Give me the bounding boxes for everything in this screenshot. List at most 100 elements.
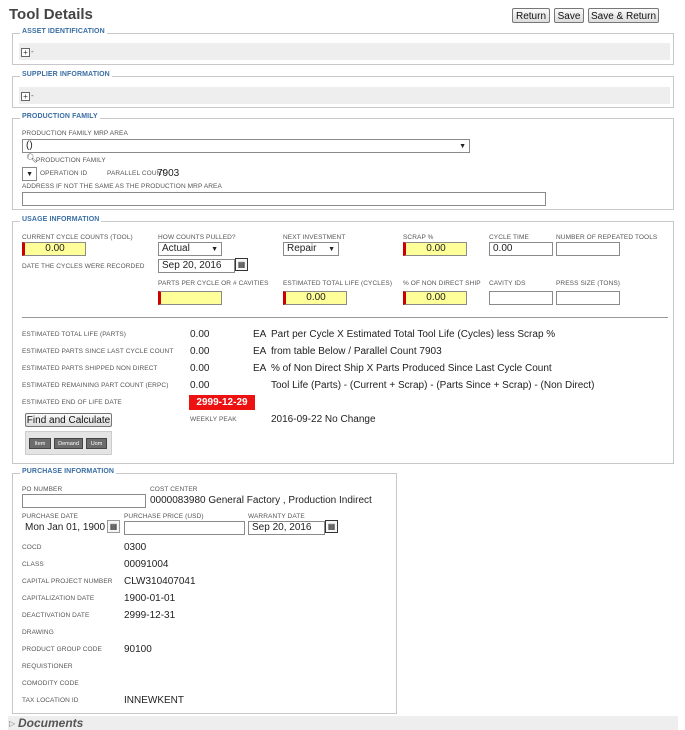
asset-identification-bar[interactable] bbox=[19, 43, 670, 60]
purchase-date-label: PURCHASE DATE bbox=[22, 513, 79, 520]
save-button[interactable]: Save bbox=[554, 8, 584, 23]
current-cycle-input[interactable]: 0.00 bbox=[22, 242, 86, 256]
calc-row-unit: EA bbox=[253, 346, 267, 357]
calc-row-formula: Part per Cycle X Estimated Total Tool Li… bbox=[271, 329, 556, 340]
return-button[interactable]: Return bbox=[512, 8, 550, 23]
demand-button[interactable]: Demand bbox=[54, 438, 83, 449]
date-recorded-label: DATE THE CYCLES WERE RECORDED bbox=[22, 263, 145, 270]
capitalization-date-label: CAPITALIZATION DATE bbox=[22, 595, 95, 602]
mrp-area-value: () bbox=[26, 140, 33, 151]
calc-row-unit: EA bbox=[253, 329, 267, 340]
calc-row-value: 0.00 bbox=[190, 346, 210, 357]
repeated-tools-label: NUMBER OF REPEATED TOOLS bbox=[556, 234, 658, 241]
class-value: 00091004 bbox=[124, 559, 169, 570]
parts-per-cycle-label: PARTS PER CYCLE OR # CAVITIES bbox=[158, 280, 269, 287]
tax-location-value: INNEWKENT bbox=[124, 695, 184, 706]
repeated-tools-input[interactable] bbox=[556, 242, 620, 256]
production-family-label: PRODUCTION FAMILY bbox=[36, 157, 106, 164]
scrap-input[interactable]: 0.00 bbox=[403, 242, 467, 256]
calc-row-label: ESTIMATED PARTS SINCE LAST CYCLE COUNT bbox=[22, 348, 174, 355]
how-counts-value: Actual bbox=[162, 243, 190, 254]
pct-non-direct-input[interactable]: 0.00 bbox=[403, 291, 467, 305]
next-investment-value: Repair bbox=[287, 243, 317, 254]
cost-center-value: 0000083980 General Factory , Production … bbox=[150, 495, 372, 506]
tax-location-label: TAX LOCATION ID bbox=[22, 697, 79, 704]
est-total-life-cycles-label: ESTIMATED TOTAL LIFE (CYCLES) bbox=[283, 280, 393, 287]
asset-expand-text: - bbox=[31, 47, 34, 56]
press-size-label: PRESS SIZE (TONS) bbox=[556, 280, 621, 287]
cavity-ids-input[interactable] bbox=[489, 291, 553, 305]
calc-row-label: ESTIMATED TOTAL LIFE (PARTS) bbox=[22, 331, 127, 338]
capital-project-label: CAPITAL PROJECT NUMBER bbox=[22, 578, 113, 585]
parts-per-cycle-input[interactable] bbox=[158, 291, 222, 305]
supplier-information-legend: SUPPLIER INFORMATION bbox=[20, 71, 112, 78]
deactivation-date-value: 2999-12-31 bbox=[124, 610, 176, 621]
warranty-date-label: WARRANTY DATE bbox=[248, 513, 305, 520]
production-family-legend: PRODUCTION FAMILY bbox=[20, 113, 100, 120]
scrap-label: SCRAP % bbox=[403, 234, 434, 241]
capitalization-date-value: 1900-01-01 bbox=[124, 593, 176, 604]
capital-project-value: CLW310407041 bbox=[124, 576, 196, 587]
plus-box-icon[interactable]: + bbox=[21, 48, 30, 57]
calendar-icon[interactable]: ▦ bbox=[107, 520, 120, 533]
usage-information-legend: USAGE INFORMATION bbox=[20, 216, 102, 223]
supplier-expand-text: - bbox=[31, 91, 34, 100]
est-total-life-cycles-input[interactable]: 0.00 bbox=[283, 291, 347, 305]
purchase-price-label: PURCHASE PRICE (USD) bbox=[124, 513, 204, 520]
cost-center-label: COST CENTER bbox=[150, 486, 198, 493]
comodity-code-label: COMODITY CODE bbox=[22, 680, 79, 687]
po-number-input[interactable] bbox=[22, 494, 146, 508]
chevron-down-icon: ▼ bbox=[459, 143, 466, 150]
product-group-value: 90100 bbox=[124, 644, 152, 655]
calc-row-label: ESTIMATED PARTS SHIPPED NON DIRECT bbox=[22, 365, 158, 372]
po-number-label: PO NUMBER bbox=[22, 486, 63, 493]
supplier-information-bar[interactable] bbox=[19, 87, 670, 104]
documents-bar[interactable] bbox=[8, 716, 678, 730]
usage-divider bbox=[22, 317, 668, 318]
find-calculate-button[interactable]: Find and Calculate bbox=[25, 413, 112, 427]
how-counts-select[interactable]: Actual ▼ bbox=[158, 242, 222, 256]
expand-arrow-icon[interactable]: ▷ bbox=[9, 719, 15, 728]
documents-label: Documents bbox=[18, 716, 84, 730]
calendar-icon[interactable]: ▦ bbox=[325, 520, 338, 533]
uom-button[interactable]: Uom bbox=[86, 438, 107, 449]
calc-row-value: 0.00 bbox=[190, 329, 210, 340]
calc-row-label: ESTIMATED REMAINING PART COUNT (ERPC) bbox=[22, 382, 169, 389]
asset-identification-legend: ASSET IDENTIFICATION bbox=[20, 28, 107, 35]
calc-row-value: 0.00 bbox=[190, 380, 210, 391]
end-of-life-label: ESTIMATED END OF LIFE DATE bbox=[22, 399, 122, 406]
class-label: CLASS bbox=[22, 561, 44, 568]
usage-information-section bbox=[12, 221, 674, 464]
operation-id-select[interactable]: ▼ bbox=[22, 167, 37, 181]
pct-non-direct-label: % OF NON DIRECT SHIP bbox=[403, 280, 481, 287]
cycle-time-label: CYCLE TIME bbox=[489, 234, 529, 241]
end-of-life-value: 2999-12-29 bbox=[189, 395, 255, 410]
press-size-input[interactable] bbox=[556, 291, 620, 305]
calc-row-formula: Tool Life (Parts) - (Current + Scrap) - … bbox=[271, 380, 595, 391]
warranty-date-input[interactable]: Sep 20, 2016 bbox=[248, 521, 325, 535]
parallel-count-value: 7903 bbox=[157, 168, 180, 179]
cavity-ids-label: CAVITY IDS bbox=[489, 280, 526, 287]
cocd-value: 0300 bbox=[124, 542, 147, 553]
date-recorded-input[interactable]: Sep 20, 2016 bbox=[158, 259, 235, 273]
address-input[interactable] bbox=[22, 192, 546, 206]
page-title: Tool Details bbox=[9, 6, 93, 23]
calc-row-unit: EA bbox=[253, 363, 267, 374]
item-button[interactable]: Item bbox=[29, 438, 51, 449]
save-return-button[interactable]: Save & Return bbox=[588, 8, 659, 23]
mrp-area-select[interactable]: () ▼ bbox=[22, 139, 470, 153]
calendar-icon[interactable]: ▦ bbox=[235, 258, 248, 271]
calc-row-value: 0.00 bbox=[190, 363, 210, 374]
purchase-price-input[interactable] bbox=[124, 521, 245, 535]
purchase-information-legend: PURCHASE INFORMATION bbox=[20, 468, 117, 475]
deactivation-date-label: DEACTIVATION DATE bbox=[22, 612, 90, 619]
purchase-date-value[interactable]: Mon Jan 01, 1900 bbox=[25, 522, 107, 533]
purchase-information-section bbox=[12, 473, 397, 714]
plus-box-icon[interactable]: + bbox=[21, 92, 30, 101]
chevron-down-icon: ▼ bbox=[328, 246, 335, 253]
next-investment-select[interactable]: Repair ▼ bbox=[283, 242, 339, 256]
weekly-peak-value: 2016-09-22 No Change bbox=[271, 414, 376, 425]
cycle-time-input[interactable]: 0.00 bbox=[489, 242, 553, 256]
requistioner-label: REQUISTIONER bbox=[22, 663, 73, 670]
product-group-label: PRODUCT GROUP CODE bbox=[22, 646, 102, 653]
